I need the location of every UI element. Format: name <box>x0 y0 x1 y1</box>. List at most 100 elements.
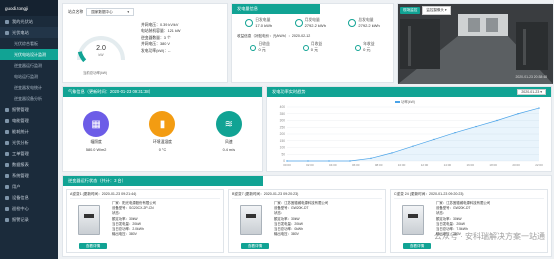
power-trend-chart: 40035030025020015010050000:00 02:00 04:00 0… <box>280 105 543 167</box>
menu-icon <box>5 162 9 167</box>
gauge-unit: kW <box>98 53 104 57</box>
sidebar-item[interactable]: 电能管理 <box>0 115 58 126</box>
weather-label: 风速 <box>225 140 233 144</box>
sidebar-subitem[interactable]: 逆变器设备分析 <box>0 93 58 104</box>
inverter-card: B逆变7 (更新时间：2020-01-23 09:20:23) 厂家：江苏固德威电… <box>228 189 386 253</box>
inverter-panel: 逆变器运行状态（共计：3 台） A逆变1 (更新时间：2020-01-23 09… <box>62 175 552 257</box>
data-point <box>454 131 456 134</box>
x-tick-label: 18:00 <box>489 163 497 167</box>
x-tick-label: 08:00 <box>375 163 383 167</box>
data-point <box>349 160 351 162</box>
sidebar-item-label: 用户 <box>12 183 21 189</box>
power-trend-panel: 发电功率实时趋势 2020-01-23 ▾ 功率(kW) 400 350 300 25… <box>266 86 552 172</box>
kpi-icon <box>355 44 362 51</box>
sidebar-item[interactable]: 光伏分析 <box>0 137 58 148</box>
kpi-value: 2792.2 kWh <box>358 23 380 28</box>
income-title: 收益信息（补贴电价：元/kWh）：2020-02-12 <box>237 34 311 38</box>
kpi-icon <box>294 19 303 27</box>
sidebar-item-label: 电能管理 <box>12 117 29 123</box>
x-tick-label: 12:00 <box>421 163 429 167</box>
camera-select[interactable]: 监控摄像头 ▾ <box>422 6 451 15</box>
sidebar-item[interactable]: 数据报表 <box>0 159 58 170</box>
inverter-card: A逆变1 (更新时间：2020-01-23 09:21:44) 厂家：阳光电源股份… <box>66 189 224 253</box>
station-overview-panel: 站点名称 国家数据中心 ▾ 2.0 kW 当前总功率(kW) 并网电压：0.39 … <box>62 3 228 83</box>
sidebar-item[interactable]: 报警管理 <box>0 104 58 115</box>
y-tick-label: 400 <box>280 105 286 109</box>
weather-label: 辐照度 <box>90 140 102 144</box>
sidebar-item[interactable]: 用户 <box>0 181 58 192</box>
camera-timestamp: 2020-01-23 20:38:48 <box>515 75 547 79</box>
sidebar-item-label: 报警记录 <box>12 216 29 222</box>
camera-feed-image <box>398 4 553 84</box>
view-details-button[interactable]: 查看详情 <box>79 243 107 249</box>
brand-title: guodi.tongji <box>0 0 58 16</box>
sidebar-subitem[interactable]: 光伏综合看板 <box>0 38 58 49</box>
date-picker[interactable]: 2020-01-23 ▾ <box>517 89 546 95</box>
menu-icon <box>5 195 9 200</box>
sidebar-item[interactable]: 设备信息 <box>0 192 58 203</box>
data-point <box>307 160 309 162</box>
station-meta: 并网电压：0.39 kV/kV 电站装机容量：121 kW 逆变器数量：3 个并网电… <box>141 22 180 54</box>
sidebar-subitem[interactable]: 逆变器运行监测 <box>0 60 58 71</box>
kpi-icon <box>250 44 257 51</box>
power-trend-header: 发电功率实时趋势 2020-01-23 ▾ <box>267 87 551 97</box>
weather-panel: 气象信息（更新时间：2020-01-23 09:31:38） ▦ 辐照度 580.0… <box>62 86 263 172</box>
menu-icon <box>5 140 9 145</box>
sidebar: guodi.tongji 我的光伏站光伏电站光伏综合看板 光伏电站设计监测 逆变器运… <box>0 0 58 259</box>
sidebar-item[interactable]: 工单管理 <box>0 148 58 159</box>
meta-key: 并网电压： <box>141 42 160 47</box>
station-select[interactable]: 国家数据中心 ▾ <box>86 8 135 16</box>
data-point <box>496 119 498 122</box>
menu-icon <box>5 118 9 123</box>
sidebar-subitem[interactable]: 逆变器发电统计 <box>0 82 58 93</box>
x-tick-label: 16:00 <box>467 163 475 167</box>
inverter-card-title: C逆变 24 (更新时间：2020-01-23 09:20:23) <box>394 192 544 199</box>
kpi-item: 日发电量 17.0 kWh <box>245 18 272 28</box>
menu-icon <box>5 184 9 189</box>
gauge-caption: 当前总功率(kW) <box>83 71 108 75</box>
sidebar-item[interactable]: 系统管理 <box>0 170 58 181</box>
sidebar-subitem[interactable]: 光伏电站设计监测 <box>0 49 58 60</box>
sidebar-item-label: 设备信息 <box>12 194 29 200</box>
weather-label: 环境温湿度 <box>152 140 172 144</box>
inverter-card-title: B逆变7 (更新时间：2020-01-23 09:20:23) <box>232 192 382 199</box>
menu-icon <box>5 19 9 24</box>
kpi-value: 0 元 <box>258 47 266 52</box>
kpi-icon <box>245 19 254 27</box>
camera-select-label: 监控摄像头 <box>426 8 444 12</box>
inverter-image <box>240 205 262 235</box>
sidebar-item[interactable]: 我的光伏站 <box>0 16 58 27</box>
data-point <box>328 160 330 162</box>
sidebar-item-label: 我的光伏站 <box>12 18 33 24</box>
inverter-ac: 输出电压：380V <box>274 232 299 237</box>
y-tick-label: 50 <box>281 152 285 156</box>
weather-value: 0.4 m/s <box>222 148 236 152</box>
x-tick-label: 20:00 <box>512 163 520 167</box>
view-details-button[interactable]: 查看详情 <box>241 243 269 249</box>
meta-key: 并网电压： <box>141 23 160 27</box>
sidebar-item-label: 系统管理 <box>12 172 29 178</box>
sidebar-item-label: 数据报表 <box>12 161 29 167</box>
sidebar-subitem[interactable]: 电站运行监测 <box>0 71 58 82</box>
menu-icon <box>5 107 9 112</box>
kpi-item: 日收益 0 元 <box>250 42 270 53</box>
wind-icon: ≋ <box>215 111 242 137</box>
inverter-card-title: A逆变1 (更新时间：2020-01-23 09:21:44) <box>70 192 220 199</box>
sidebar-item-label: 光伏电站 <box>12 29 29 35</box>
sidebar-item[interactable]: 能耗统计 <box>0 126 58 137</box>
kpi-value: 0 元 <box>363 47 371 52</box>
sidebar-item[interactable]: 光伏电站 <box>0 27 58 38</box>
data-point <box>412 145 414 147</box>
sidebar-item[interactable]: 报警记录 <box>0 214 58 225</box>
x-tick-label: 10:00 <box>398 163 406 167</box>
y-tick-label: 100 <box>280 146 286 150</box>
data-point <box>286 160 288 162</box>
y-tick-label: 150 <box>280 139 286 143</box>
kpi-item: 总发电量 2792.2 kWh <box>348 18 380 28</box>
station-select-value: 国家数据中心 <box>91 9 113 14</box>
kpi-value: 2792.2 kWh <box>304 23 326 28</box>
sidebar-item[interactable]: 巡检中心 <box>0 203 58 214</box>
data-point <box>538 107 540 109</box>
view-details-button[interactable]: 查看详情 <box>403 243 431 249</box>
data-point <box>517 113 519 115</box>
